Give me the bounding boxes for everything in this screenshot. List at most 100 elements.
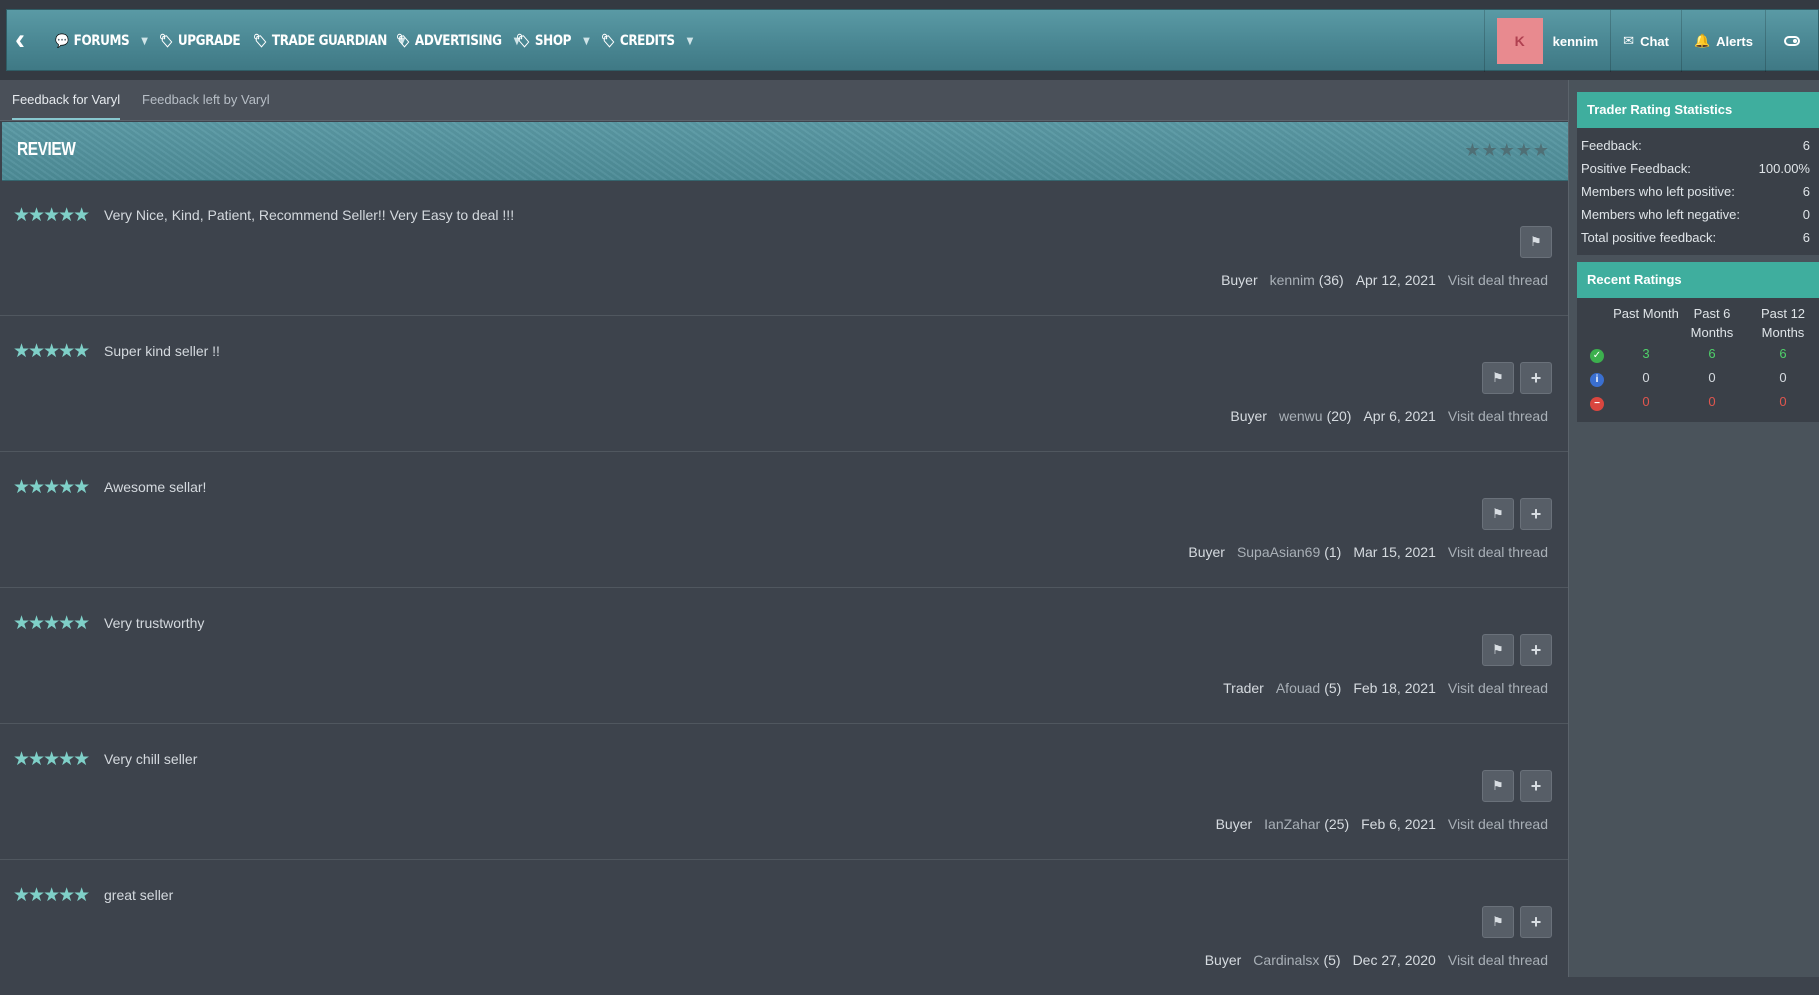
positive-count: 6 (1779, 346, 1787, 361)
nav-trade-guardian-label: TRADE GUARDIAN (271, 33, 387, 49)
feedback-user-link[interactable]: wenwu (1279, 408, 1323, 424)
feedback-row: ★★★★★ Super kind seller !! ⚑ + Buyer wen… (0, 316, 1568, 452)
feedback-comment: Very chill seller (104, 751, 198, 767)
feedback-row: ★★★★★ Very Nice, Kind, Patient, Recommen… (0, 180, 1568, 316)
five-star-rating-icon: ★★★★★ (13, 749, 90, 770)
tab-feedback-left-by[interactable]: Feedback left by Varyl (142, 80, 270, 120)
review-title: REVIEW (17, 139, 76, 159)
feedback-meta: Buyer SupaAsian69 (1) Mar 15, 2021 Visit… (1188, 544, 1548, 560)
envelope-icon: ✉ (1623, 33, 1635, 48)
nav-forums[interactable]: 💬 FORUMS ▼ (55, 10, 148, 72)
deal-thread-link[interactable]: Visit deal thread (1448, 408, 1548, 424)
feedback-user-link[interactable]: SupaAsian69 (1237, 544, 1320, 560)
alerts-label: Alerts (1716, 33, 1753, 49)
feedback-user-count: (5) (1324, 680, 1342, 696)
five-star-rating-icon: ★★★★★ (13, 341, 90, 362)
tag-icon: 🏷 (516, 33, 530, 49)
feedback-role: Trader (1223, 680, 1264, 696)
stat-label: Feedback: (1581, 138, 1642, 153)
negative-count: 0 (1708, 394, 1716, 409)
nav-upgrade[interactable]: 🏷 UPGRADE (159, 10, 241, 72)
chevron-down-icon[interactable]: ▼ (141, 36, 148, 47)
deal-thread-link[interactable]: Visit deal thread (1448, 952, 1548, 968)
report-flag-button[interactable]: ⚑ (1482, 498, 1514, 530)
col-header: Past 6 Months (1690, 306, 1734, 340)
stat-row: Total positive feedback: 6 (1577, 226, 1819, 249)
five-star-rating-icon: ★★★★★ (13, 613, 90, 634)
chevron-down-icon[interactable]: ▼ (583, 36, 590, 47)
nav-shop-label: SHOP (534, 33, 572, 49)
deal-thread-link[interactable]: Visit deal thread (1448, 680, 1548, 696)
feedback-role: Buyer (1188, 544, 1225, 560)
toggle-icon (1784, 36, 1800, 46)
nav-credits[interactable]: 🏷 CREDITS ▼ (601, 10, 693, 72)
stat-row: Positive Feedback: 100.00% (1577, 157, 1819, 180)
stats-title: Trader Rating Statistics (1577, 92, 1819, 128)
alerts-button[interactable]: 🔔 Alerts (1680, 10, 1765, 72)
review-header: REVIEW ★★★★★ (2, 122, 1568, 181)
chat-button[interactable]: ✉ Chat (1610, 10, 1681, 72)
feedback-role: Buyer (1215, 816, 1253, 832)
add-button[interactable]: + (1520, 362, 1552, 394)
nav-trade-guardian[interactable]: 🏷 TRADE GUARDIAN ▼ (253, 10, 406, 72)
feedback-role: Buyer (1221, 272, 1258, 288)
stat-row: Feedback: 6 (1577, 134, 1819, 157)
tag-icon: 🏷 (396, 33, 410, 49)
back-arrow-icon[interactable]: ‹ (15, 25, 41, 55)
flag-icon: ⚑ (1492, 506, 1504, 521)
add-button[interactable]: + (1520, 906, 1552, 938)
tag-icon: 🏷 (601, 33, 615, 49)
feedback-user-link[interactable]: IanZahar (1264, 816, 1320, 832)
report-flag-button[interactable]: ⚑ (1482, 770, 1514, 802)
tab-feedback-for[interactable]: Feedback for Varyl (12, 80, 121, 120)
feedback-user-link[interactable]: Afouad (1276, 680, 1320, 696)
feedback-user-link[interactable]: Cardinalsx (1253, 952, 1319, 968)
nav-advertising[interactable]: 🏷 ADVERTISING ▼ (396, 10, 520, 72)
account-menu[interactable]: K kennim (1483, 10, 1611, 72)
report-flag-button[interactable]: ⚑ (1482, 362, 1514, 394)
feedback-user-count: (36) (1318, 272, 1344, 288)
recent-ratings-table: Past Month Past 6 Months Past 12 Months … (1577, 298, 1819, 422)
feedback-tabs: Feedback for Varyl Feedback left by Vary… (0, 80, 1568, 121)
plus-icon: + (1530, 639, 1542, 660)
flag-icon: ⚑ (1492, 370, 1504, 385)
stat-value: 6 (1802, 230, 1810, 245)
feedback-date: Dec 27, 2020 (1352, 952, 1436, 968)
minus-circle-icon: − (1590, 397, 1604, 411)
username: kennim (1552, 33, 1599, 49)
positive-count: 6 (1708, 346, 1716, 361)
report-flag-button[interactable]: ⚑ (1482, 634, 1514, 666)
nav-advertising-label: ADVERTISING (414, 33, 502, 49)
feedback-date: Apr 6, 2021 (1363, 408, 1436, 424)
add-button[interactable]: + (1520, 498, 1552, 530)
deal-thread-link[interactable]: Visit deal thread (1448, 816, 1548, 832)
nav-shop[interactable]: 🏷 SHOP ▼ (516, 10, 590, 72)
neutral-count: 0 (1642, 370, 1650, 385)
positive-count: 3 (1642, 346, 1650, 361)
report-flag-button[interactable]: ⚑ (1482, 906, 1514, 938)
feedback-row: ★★★★★ great seller ⚑ + Buyer Cardinalsx … (0, 860, 1568, 995)
stat-label: Members who left positive: (1581, 184, 1735, 199)
feedback-role: Buyer (1204, 952, 1242, 968)
deal-thread-link[interactable]: Visit deal thread (1448, 272, 1548, 288)
style-toggle[interactable] (1765, 10, 1818, 72)
feedback-date: Feb 18, 2021 (1353, 680, 1436, 696)
report-flag-button[interactable]: ⚑ (1520, 226, 1552, 258)
chat-bubbles-icon: 💬 (55, 33, 69, 49)
col-header: Past Month (1613, 306, 1679, 321)
feedback-row: ★★★★★ Very chill seller ⚑ + Buyer IanZah… (0, 724, 1568, 860)
chevron-down-icon[interactable]: ▼ (687, 36, 694, 47)
feedback-list: ★★★★★ Very Nice, Kind, Patient, Recommen… (0, 180, 1568, 995)
recent-ratings-panel: Recent Ratings Past Month Past 6 Months … (1577, 262, 1819, 422)
feedback-user-link[interactable]: kennim (1270, 272, 1315, 288)
feedback-user-count: (5) (1323, 952, 1341, 968)
deal-thread-link[interactable]: Visit deal thread (1448, 544, 1548, 560)
negative-count: 0 (1642, 394, 1650, 409)
plus-icon: + (1530, 367, 1542, 388)
feedback-role: Buyer (1230, 408, 1267, 424)
chat-label: Chat (1640, 33, 1669, 49)
feedback-meta: Buyer IanZahar (25) Feb 6, 2021 Visit de… (1216, 816, 1548, 832)
tag-icon: 🏷 (253, 33, 267, 49)
add-button[interactable]: + (1520, 634, 1552, 666)
add-button[interactable]: + (1520, 770, 1552, 802)
